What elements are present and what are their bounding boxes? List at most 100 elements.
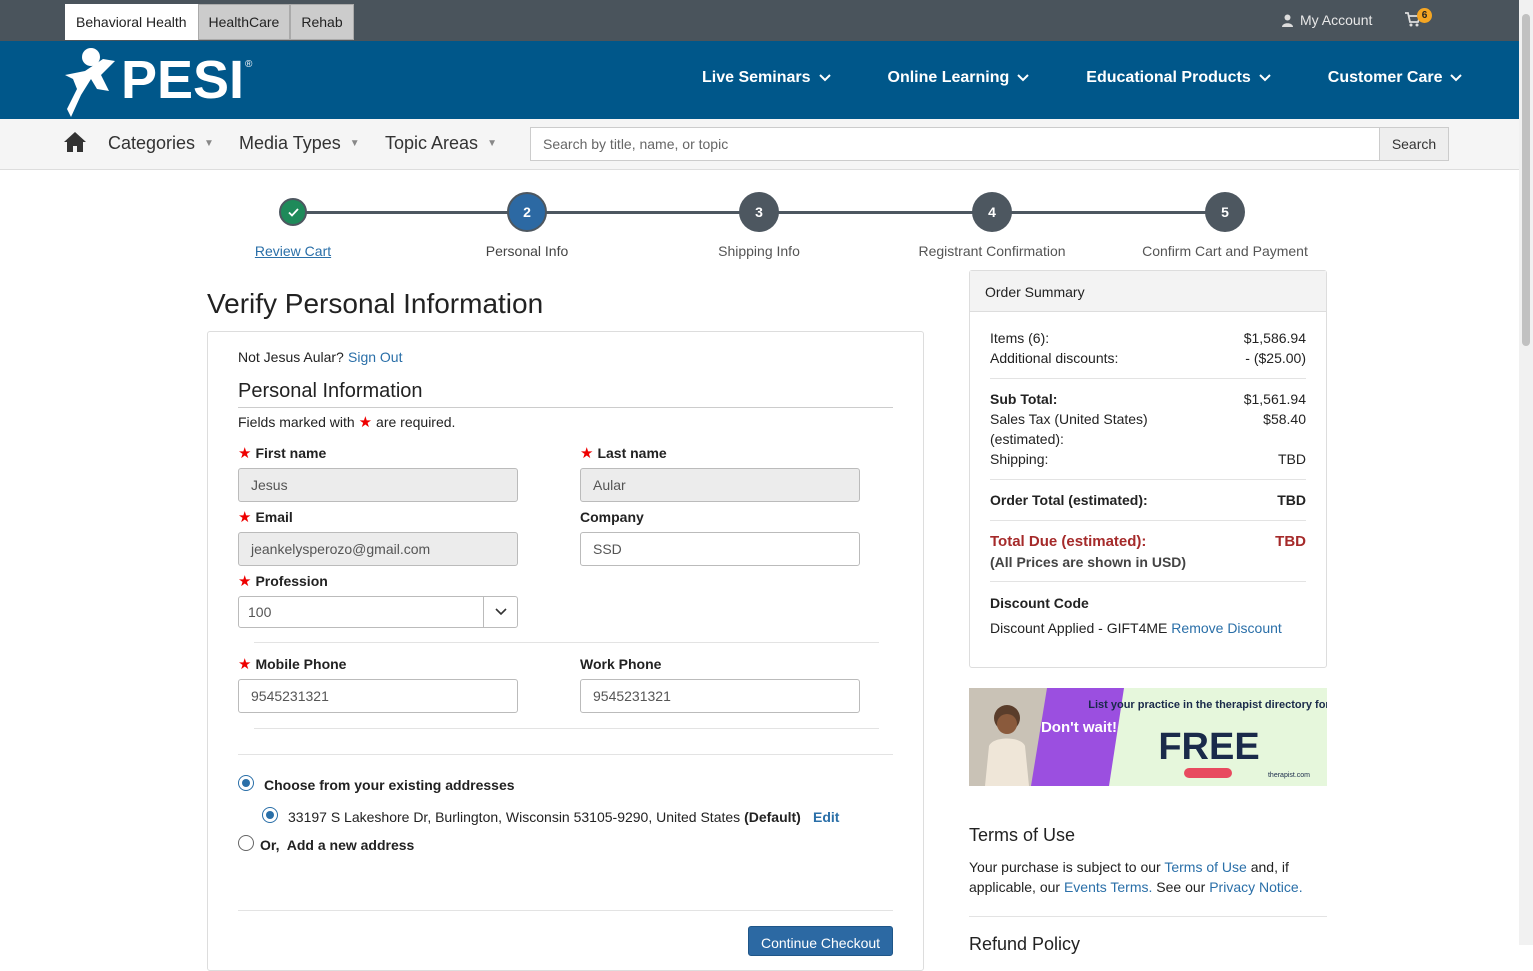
profession-value: 100: [248, 604, 272, 620]
cart-button[interactable]: 6: [1405, 8, 1432, 32]
search-button[interactable]: Search: [1379, 127, 1449, 161]
therapist-directory-ad[interactable]: Don't wait! List your practice in the th…: [969, 688, 1327, 786]
chevron-down-icon: [483, 597, 517, 627]
work-phone-field[interactable]: 9545231321: [580, 679, 860, 713]
profession-select[interactable]: 100: [238, 596, 518, 628]
first-name-field[interactable]: Jesus: [238, 468, 518, 502]
new-address-text: Add a new address: [286, 837, 415, 853]
label-text: Mobile Phone: [255, 656, 347, 672]
step-personal-info-label: Personal Info: [485, 243, 569, 259]
discount-applied-value: Discount Applied - GIFT4ME: [990, 620, 1168, 636]
mobile-phone-field[interactable]: 9545231321: [238, 679, 518, 713]
required-prefix: Fields marked with: [238, 414, 355, 430]
search-input[interactable]: Search by title, name, or topic: [530, 127, 1380, 161]
required-note: Fields marked with ★ are required.: [238, 413, 455, 431]
company-field[interactable]: SSD: [580, 532, 860, 566]
new-address-radio[interactable]: [238, 835, 254, 851]
existing-addresses-label: Choose from your existing addresses: [264, 777, 515, 793]
usd-note: (All Prices are shown in USD): [990, 554, 1187, 570]
required-star-icon: ★: [238, 509, 252, 526]
items-value: $1,586.94: [1243, 330, 1306, 346]
nav-label: Live Seminars: [702, 69, 811, 86]
order-summary-panel: Order Summary Items (6): $1,586.94 Addit…: [969, 270, 1327, 668]
chevron-down-icon: [1259, 74, 1271, 82]
label-text: Email: [255, 509, 293, 525]
tax-label-line2: (estimated):: [990, 431, 1064, 447]
last-name-label: ★ Last name: [580, 444, 667, 462]
required-suffix: are required.: [376, 414, 456, 430]
topic-areas-dropdown[interactable]: Topic Areas ▼: [385, 133, 497, 154]
chevron-down-icon: [1450, 74, 1463, 82]
pesi-logo[interactable]: PESI ®: [63, 45, 258, 117]
logo-text: PESI: [121, 50, 244, 110]
step-3-circle: 3: [739, 192, 779, 232]
site-tab-behavioral-health[interactable]: Behavioral Health: [65, 4, 198, 40]
subtotal-value: $1,561.94: [1243, 391, 1306, 407]
address-text: 33197 S Lakeshore Dr, Burlington, Wiscon…: [288, 809, 801, 825]
step-4-circle: 4: [972, 192, 1012, 232]
profession-label: ★ Profession: [238, 572, 328, 590]
new-address-label: Or, Add a new address: [260, 837, 414, 853]
default-badge: (Default): [744, 809, 801, 825]
top-bar: Behavioral Health HealthCare Rehab My Ac…: [0, 0, 1533, 41]
nav-online-learning[interactable]: Online Learning: [888, 69, 1030, 87]
step-review-cart-link[interactable]: Review Cart: [193, 243, 393, 259]
company-label: Company: [580, 509, 644, 525]
home-button[interactable]: [63, 131, 87, 158]
continue-checkout-button[interactable]: Continue Checkout: [748, 926, 893, 956]
nav-educational-products[interactable]: Educational Products: [1086, 69, 1271, 87]
or-text: Or,: [260, 837, 280, 853]
categories-dropdown[interactable]: Categories ▼: [108, 133, 214, 154]
nav-label: Educational Products: [1086, 69, 1251, 86]
home-icon: [64, 132, 86, 152]
step-1-check: [279, 198, 307, 226]
media-types-dropdown[interactable]: Media Types ▼: [239, 133, 360, 154]
discounts-value: - ($25.00): [1245, 350, 1306, 366]
dropdown-label: Topic Areas: [385, 133, 479, 153]
site-tab-healthcare[interactable]: HealthCare: [197, 4, 291, 40]
events-terms-link[interactable]: Events Terms.: [1064, 879, 1152, 895]
terms-title: Terms of Use: [969, 825, 1076, 845]
terms-text-3: See our: [1156, 879, 1206, 895]
terms-text-1: Your purchase is subject to our: [969, 859, 1161, 875]
address-radio[interactable]: [262, 807, 278, 823]
site-tab-rehab[interactable]: Rehab: [290, 4, 354, 40]
edit-address-link[interactable]: Edit: [813, 809, 839, 825]
my-account-link[interactable]: My Account: [1282, 12, 1372, 28]
mobile-phone-label: ★ Mobile Phone: [238, 655, 346, 673]
nav-label: Online Learning: [887, 69, 1010, 86]
shipping-value: TBD: [1278, 451, 1306, 467]
privacy-notice-link[interactable]: Privacy Notice.: [1209, 879, 1302, 895]
required-star-icon: ★: [358, 414, 373, 431]
main-header: PESI ® Live Seminars Online Learning Edu…: [0, 41, 1533, 119]
sign-out-link[interactable]: Sign Out: [348, 349, 402, 365]
divider: [238, 754, 893, 755]
email-field[interactable]: jeankelysperozo@gmail.com: [238, 532, 518, 566]
first-name-label: ★ First name: [238, 444, 326, 462]
divider: [254, 728, 879, 729]
remove-discount-link[interactable]: Remove Discount: [1171, 620, 1282, 636]
total-due-label: Total Due (estimated):: [990, 533, 1147, 550]
page-scrollbar[interactable]: [1519, 0, 1533, 945]
nav-customer-care[interactable]: Customer Care: [1328, 69, 1463, 87]
items-label: Items (6):: [990, 330, 1050, 346]
shipping-label: Shipping:: [990, 451, 1049, 467]
discount-applied-text: Discount Applied - GIFT4ME Remove Discou…: [990, 620, 1282, 636]
caret-down-icon: ▼: [349, 138, 360, 149]
ad-brand: therapist.com: [1268, 772, 1310, 779]
terms-text: Your purchase is subject to our Terms of…: [969, 857, 1319, 897]
last-name-field[interactable]: Aular: [580, 468, 860, 502]
ad-headline: List your practice in the therapist dire…: [1088, 699, 1327, 711]
nav-live-seminars[interactable]: Live Seminars: [702, 69, 831, 87]
required-star-icon: ★: [238, 445, 252, 462]
terms-of-use-link[interactable]: Terms of Use: [1164, 859, 1246, 875]
divider: [990, 581, 1306, 582]
ad-free: FREE: [1158, 726, 1259, 768]
caret-down-icon: ▼: [204, 138, 214, 149]
step-2-circle: 2: [507, 192, 547, 232]
existing-addresses-radio[interactable]: [238, 775, 254, 791]
section-divider: [238, 407, 893, 408]
sub-nav: Categories ▼ Media Types ▼ Topic Areas ▼ Se…: [0, 119, 1533, 170]
nav-label: Customer Care: [1327, 69, 1443, 86]
scrollbar-thumb[interactable]: [1522, 14, 1530, 346]
